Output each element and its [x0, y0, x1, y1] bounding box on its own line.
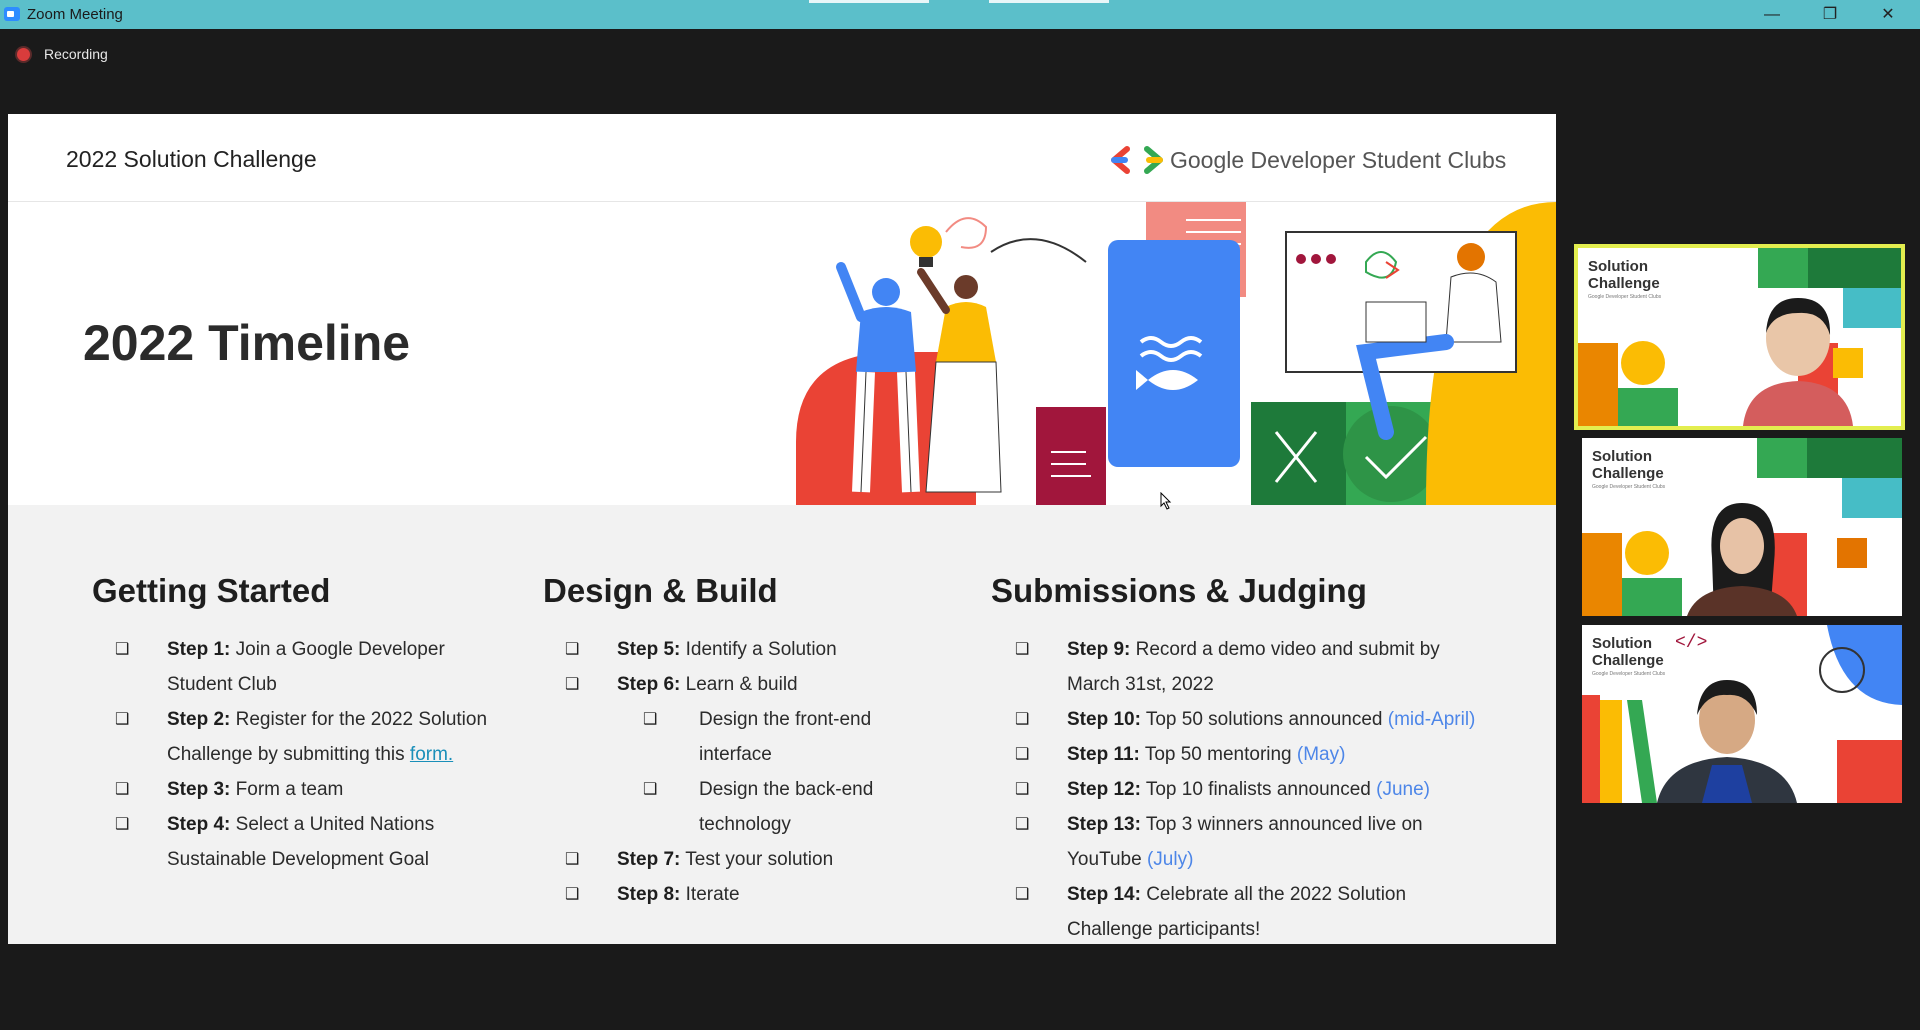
checkbox-icon: ❑ — [565, 851, 580, 868]
svg-text:</>: </> — [1675, 633, 1707, 653]
column-heading-submissions-judging: Submissions & Judging — [991, 572, 1367, 609]
tile-background-tag: Google Developer Student Clubs — [1592, 484, 1666, 490]
column-heading-design-build: Design & Build — [543, 572, 778, 609]
shared-screen-slide: 2022 Solution Challenge Google Developer… — [8, 114, 1556, 944]
participant-video-tile[interactable]: Solution Challenge Google Developer Stude… — [1574, 244, 1905, 430]
timeline-illustration — [796, 202, 1556, 505]
checkbox-icon: ❑ — [565, 676, 580, 693]
tile-background-label: Solution Challenge — [1592, 635, 1664, 669]
screen-share-tab[interactable] — [809, 0, 929, 3]
slide-header: 2022 Solution Challenge Google Developer… — [8, 114, 1556, 202]
gdsc-logo-icon — [1111, 146, 1163, 174]
checkbox-icon: ❑ — [1015, 641, 1030, 658]
recording-dot-icon — [17, 48, 30, 61]
checkbox-icon: ❑ — [1015, 781, 1030, 798]
slide-header-title: 2022 Solution Challenge — [66, 146, 317, 172]
tile-background-label: Solution Challenge — [1592, 448, 1664, 482]
checkbox-icon: ❑ — [115, 641, 130, 658]
window-title: Zoom Meeting — [27, 6, 123, 23]
checkbox-icon: ❑ — [565, 886, 580, 903]
checkbox-icon: ❑ — [115, 781, 130, 798]
window-titlebar: Zoom Meeting — ❐ ✕ — [0, 0, 1920, 29]
slide-hero: 2022 Timeline — [8, 202, 1556, 505]
screen-share-tab[interactable] — [989, 0, 1109, 3]
mouse-cursor-icon — [1160, 492, 1172, 510]
participant-video-tile[interactable]: Solution Challenge Google Developer Stude… — [1582, 438, 1902, 616]
registration-form-link[interactable]: form. — [410, 744, 453, 765]
checkbox-icon: ❑ — [565, 641, 580, 658]
checkbox-icon: ❑ — [1015, 746, 1030, 763]
checkbox-icon: ❑ — [1015, 886, 1030, 903]
participant-avatar — [1657, 680, 1797, 803]
close-icon[interactable]: ✕ — [1859, 0, 1917, 29]
column-heading-getting-started: Getting Started — [92, 572, 331, 609]
checkbox-icon: ❑ — [643, 711, 658, 728]
tile-background-tag: Google Developer Student Clubs — [1588, 294, 1662, 300]
checkbox-icon: ❑ — [1015, 711, 1030, 728]
slide-title: 2022 Timeline — [83, 315, 411, 371]
participant-avatar — [1743, 298, 1853, 426]
restore-icon[interactable]: ❐ — [1801, 0, 1859, 29]
participant-video-tile[interactable]: </> Solution Challenge Google Developer S… — [1582, 625, 1902, 803]
checkbox-icon: ❑ — [643, 781, 658, 798]
tile-background-label: Solution Challenge — [1588, 258, 1660, 292]
gdsc-brand-name: Google Developer Student Clubs — [1170, 147, 1507, 173]
zoom-app-icon — [4, 7, 20, 21]
checkbox-icon: ❑ — [1015, 816, 1030, 833]
participant-avatar — [1687, 503, 1797, 616]
minimize-icon[interactable]: — — [1743, 0, 1801, 29]
checkbox-icon: ❑ — [115, 711, 130, 728]
checkbox-icon: ❑ — [115, 816, 130, 833]
recording-label: Recording — [44, 46, 108, 62]
